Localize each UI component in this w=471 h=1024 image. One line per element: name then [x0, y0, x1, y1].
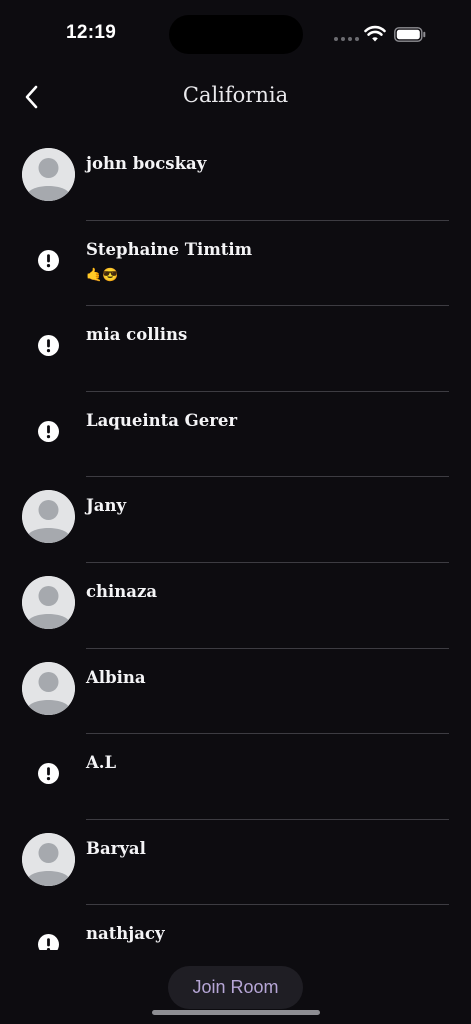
member-name: Baryal — [86, 838, 146, 858]
avatar[interactable] — [22, 832, 75, 886]
member-row[interactable]: mia collins — [0, 306, 471, 392]
avatar[interactable] — [22, 661, 75, 715]
member-status: 🤙😎 — [86, 266, 119, 282]
member-name: john bocskay — [86, 154, 207, 173]
alert-icon — [38, 335, 59, 357]
member-row[interactable]: chinaza — [0, 563, 471, 649]
member-row[interactable]: Laqueinta Gerer — [0, 392, 471, 478]
member-row[interactable]: A.L — [0, 734, 471, 820]
member-list[interactable]: john bocskay Stephaine Timtim 🤙😎 mia collin… — [0, 135, 471, 950]
join-room-button[interactable]: Join Room — [168, 966, 303, 1009]
cellular-signal-icon — [334, 37, 359, 41]
member-name: Jany — [86, 496, 127, 516]
alert-icon — [38, 763, 59, 785]
dynamic-island — [169, 15, 303, 54]
avatar[interactable] — [22, 575, 75, 629]
wifi-icon — [364, 25, 386, 42]
battery-icon — [394, 27, 426, 42]
alert-icon — [38, 420, 59, 442]
member-name: Stephaine Timtim — [86, 239, 253, 259]
home-indicator — [152, 1010, 320, 1015]
member-name: Albina — [86, 667, 146, 687]
avatar[interactable] — [22, 490, 75, 544]
nav-bar: California — [0, 75, 471, 121]
alert-icon — [38, 249, 59, 271]
member-row[interactable]: john bocskay — [0, 135, 471, 221]
member-name: A.L — [86, 753, 117, 773]
status-bar: 12:19 — [0, 0, 471, 70]
member-name: chinaza — [86, 581, 158, 601]
member-name: mia collins — [86, 325, 188, 345]
member-row[interactable]: nathjacy — [0, 905, 471, 950]
member-row[interactable]: Stephaine Timtim 🤙😎 — [0, 221, 471, 307]
avatar[interactable] — [22, 148, 75, 201]
status-time: 12:19 — [66, 22, 117, 43]
member-row[interactable]: Baryal — [0, 820, 471, 906]
member-row[interactable]: Albina — [0, 649, 471, 735]
member-row[interactable]: Jany — [0, 477, 471, 563]
page-title: California — [182, 83, 289, 107]
alert-icon — [38, 934, 59, 950]
member-name: nathjacy — [86, 924, 165, 944]
member-name: Laqueinta Gerer — [86, 410, 238, 430]
